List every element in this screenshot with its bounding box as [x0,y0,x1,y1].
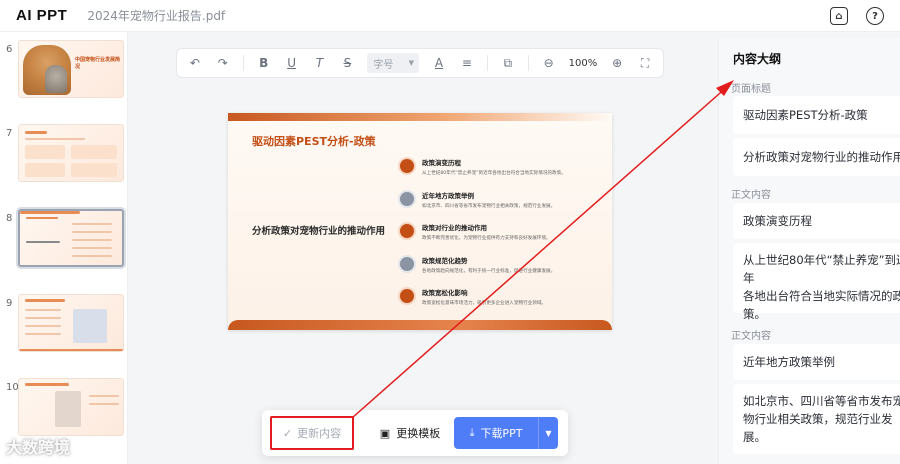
cat-image [45,65,67,93]
update-content-label: 更新内容 [297,427,342,440]
thumbnail-preview [18,124,124,182]
download-main[interactable]: ⤓ 下载PPT [454,417,538,449]
document-filename: 2024年宠物行业报告.pdf [87,9,226,23]
slide-point[interactable]: 政策演变历程 从上世纪80年代“禁止养宠”到近年各地出台符合当地实际情况的政策。 [400,157,600,190]
slide-point[interactable]: 政策宽松化影响 政策宽松化意味市场活力，吸引更多企业进入宠物行业领域。 [400,287,600,320]
point-heading: 近年地方政策举例 [422,191,474,200]
point-description: 从上世纪80年代“禁止养宠”到近年各地出台符合当地实际情况的政策。 [422,171,566,176]
fit-screen-icon[interactable]: ⛶ [637,56,653,71]
help-icon[interactable]: ? [866,7,884,25]
download-icon: ⤓ [469,426,475,439]
strikethrough-icon[interactable]: S [339,56,355,70]
font-size-placeholder: 字号 [373,59,394,71]
thumbnail-preview [18,209,124,267]
layout-icon[interactable]: ⧉ [500,56,516,71]
download-ppt-button[interactable]: ⤓ 下载PPT ▼ [454,417,558,449]
font-color-icon[interactable]: A [431,56,447,70]
update-content-button[interactable]: ✓ 更新内容 [270,416,354,450]
outline-card[interactable]: 如北京市、四川省等省市发布宠 物行业相关政策，规范行业发 展。 [733,384,900,454]
point-icon [400,191,414,206]
image-icon: ▣ [379,426,391,440]
point-icon [400,256,414,271]
point-icon [400,289,414,303]
outline-section-label: 正文内容 [731,190,771,201]
italic-icon[interactable]: T [312,56,328,70]
zoom-in-icon[interactable]: ⊕ [609,56,625,70]
outline-section-label: 正文内容 [731,331,771,342]
bold-icon[interactable]: B [256,56,272,70]
outline-card[interactable]: 政策演变历程 [733,203,900,239]
slide-point[interactable]: 政策对行业的推动作用 政策不断完善优化，为宠物行业提供有力支持和良好发展环境。 [400,222,600,255]
thumbnail-preview: 中国宠物行业发展简况 [18,40,124,98]
font-size-select[interactable]: 字号 ▼ [367,53,420,73]
thumbnail-number: 10 [6,382,19,393]
redo-icon[interactable]: ↷ [215,56,231,70]
outline-card[interactable]: 分析政策对宠物行业的推动作用 [733,138,900,176]
slide-title[interactable]: 驱动因素PEST分析-政策 [252,133,376,149]
undo-icon[interactable]: ↶ [187,56,203,70]
slide-canvas[interactable]: 驱动因素PEST分析-政策 分析政策对宠物行业的推动作用 政策演变历程 从上世纪… [228,113,612,330]
underline-icon[interactable]: U [284,56,300,70]
outline-section-label: 页面标题 [731,84,771,95]
point-icon [400,159,414,173]
point-description: 政策宽松化意味市场活力，吸引更多企业进入宠物行业领域。 [422,301,547,306]
point-description: 政策不断完善优化，为宠物行业提供有力支持和良好发展环境。 [422,236,551,241]
action-bar: ✓ 更新内容 ▣ 更换模板 ⤓ 下载PPT ▼ [262,410,568,456]
thumbnail-number: 6 [6,44,13,55]
outline-title: 内容大纲 [733,52,782,66]
zoom-level: 100% [568,57,598,69]
point-description: 如北京市、四川省等省市发布宠物行业相关政策，规范行业发展。 [422,203,556,209]
chevron-down-icon[interactable]: ▼ [538,417,558,449]
thumbnail-number: 7 [6,128,13,139]
slide-bottom-band [228,320,612,330]
thumbnail-number: 8 [6,213,13,224]
thumbnail-preview [18,294,124,352]
change-template-button[interactable]: ▣ 更换模板 [370,416,450,450]
slide-thumbnail-list: 6 中国宠物行业发展简况 7 8 9 10 [0,32,128,464]
point-heading: 政策宽松化影响 [422,289,468,297]
top-bar: AI PPT 2024年宠物行业报告.pdf ⌂ ? [0,0,900,32]
point-heading: 政策对行业的推动作用 [422,224,487,232]
outline-card[interactable]: 驱动因素PEST分析-政策 [733,96,900,134]
slide-subtitle[interactable]: 分析政策对宠物行业的推动作用 [252,223,385,237]
slide-top-band [228,113,612,121]
format-toolbar: ↶ ↷ B U T S 字号 ▼ A ≡ ⧉ ⊖ 100% ⊕ ⛶ [176,48,664,78]
zoom-out-icon[interactable]: ⊖ [541,56,557,70]
chevron-down-icon: ▼ [408,59,415,67]
thumbnail-number: 9 [6,298,13,309]
check-icon: ✓ [282,426,293,440]
align-icon[interactable]: ≡ [459,56,475,70]
point-icon [400,224,414,238]
thumbnail-title: 中国宠物行业发展简况 [75,57,121,70]
watermark: 大数跨境 [6,438,71,457]
point-heading: 政策演变历程 [422,159,461,167]
app-logo: AI PPT [16,7,68,24]
change-template-label: 更换模板 [396,427,441,440]
slide-points: 政策演变历程 从上世纪80年代“禁止养宠”到近年各地出台符合当地实际情况的政策。… [400,157,600,320]
slide-point[interactable]: 政策规范化趋势 各地政策趋向规范化，有利于统一行业标准，促进行业健康发展。 [400,255,600,288]
outline-card[interactable]: 近年地方政策举例 [733,344,900,380]
outline-card[interactable]: 从上世纪80年代“禁止养宠”到近年 各地出台符合当地实际情况的政 策。 [733,243,900,321]
slide-point[interactable]: 近年地方政策举例 如北京市、四川省等省市发布宠物行业相关政策，规范行业发展。 [400,190,600,223]
thumbnail-preview [18,378,124,436]
point-description: 各地政策趋向规范化，有利于统一行业标准，促进行业健康发展。 [422,268,556,274]
home-icon[interactable]: ⌂ [830,7,848,25]
point-heading: 政策规范化趋势 [422,256,468,265]
outline-panel: 内容大纲 页面标题 驱动因素PEST分析-政策 分析政策对宠物行业的推动作用 正… [718,38,900,464]
download-label: 下载PPT [480,427,523,440]
